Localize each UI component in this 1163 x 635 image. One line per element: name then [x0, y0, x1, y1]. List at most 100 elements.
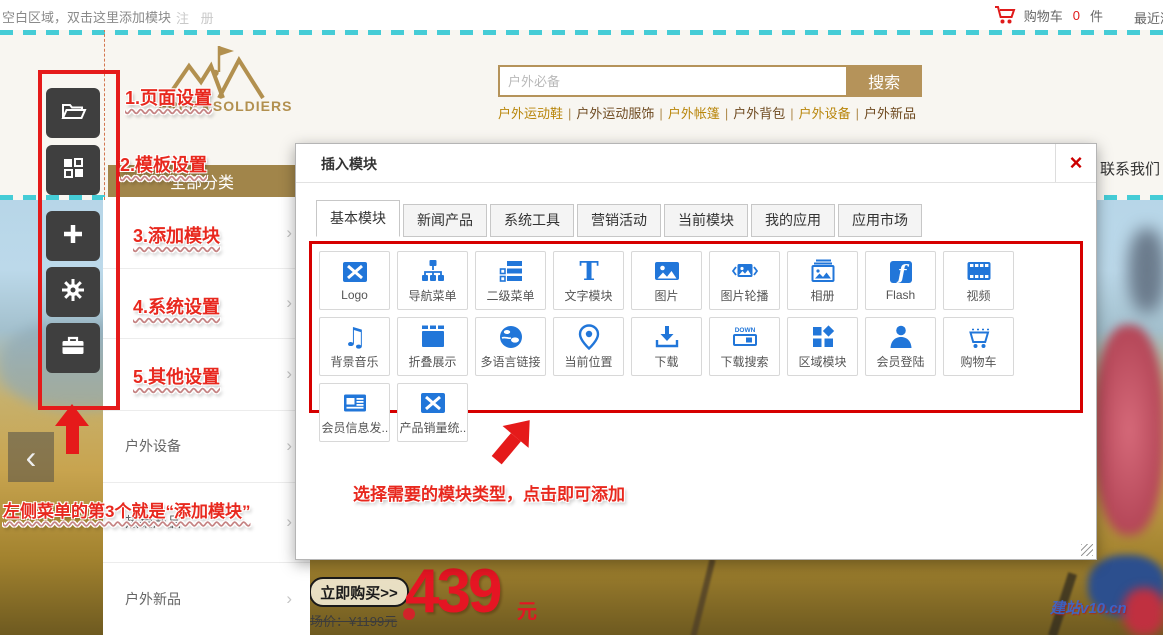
close-button[interactable]: ×	[1056, 144, 1096, 182]
link-separator: |	[659, 106, 662, 121]
module-item[interactable]: 会员信息发..	[319, 383, 390, 442]
chevron-right-icon: ›	[286, 223, 292, 243]
cart-unit: 件	[1090, 6, 1103, 25]
price-value: 439	[405, 556, 499, 627]
annotation-step3: 3.添加模块	[133, 222, 220, 248]
module-item[interactable]: 多语言链接	[475, 317, 546, 376]
hot-link[interactable]: 户外运动鞋	[498, 106, 563, 121]
image-icon	[654, 258, 680, 284]
category-row[interactable]: 热销产品›	[103, 482, 310, 563]
tab-my-apps[interactable]: 我的应用	[751, 204, 835, 237]
module-label: 视频	[966, 287, 990, 304]
module-item[interactable]: 导航菜单	[397, 251, 468, 310]
tab-app-market[interactable]: 应用市场	[838, 204, 922, 237]
module-label: 图片轮播	[720, 287, 768, 304]
chevron-right-icon: ›	[286, 293, 292, 313]
tab-current-modules[interactable]: 当前模块	[664, 204, 748, 237]
news-icon	[342, 390, 368, 416]
tab-basic-modules[interactable]: 基本模块	[316, 200, 400, 237]
arrow-shaft	[66, 426, 79, 454]
annotation-step5: 5.其他设置	[133, 363, 220, 389]
annotation-modal-tip: 选择需要的模块类型，点击即可添加	[353, 480, 625, 505]
page: 注 册 空白区域，双击这里添加模块 购物车 0 件 最近浏览 FREE★SOLD…	[0, 0, 1163, 635]
module-item[interactable]: ♫ 背景音乐	[319, 317, 390, 376]
module-item[interactable]: 视频	[943, 251, 1014, 310]
module-item[interactable]: 当前位置	[553, 317, 624, 376]
module-label: 当前位置	[564, 353, 612, 370]
music-icon: ♫	[342, 324, 368, 350]
svg-text:DOWN: DOWN	[734, 327, 755, 334]
video-icon	[966, 258, 992, 284]
dialog-titlebar[interactable]: 插入模块 ×	[296, 144, 1096, 183]
svg-text:♫: ♫	[343, 324, 366, 350]
tab-marketing[interactable]: 营销活动	[577, 204, 661, 237]
module-item[interactable]: 区域模块	[787, 317, 858, 376]
module-item[interactable]: 产品销量统..	[397, 383, 468, 442]
category-row[interactable]: 户外设备›	[103, 410, 310, 483]
trekking-pole	[690, 558, 715, 635]
category-row[interactable]: 户外新品›	[103, 562, 310, 635]
flash-icon: f	[888, 259, 914, 285]
annotation-step2: 2.模板设置	[120, 151, 207, 177]
register-link[interactable]: 注 册	[176, 8, 218, 27]
module-label: 会员信息发..	[322, 419, 388, 436]
module-item[interactable]: 会员登陆	[865, 317, 936, 376]
tab-system-tools[interactable]: 系统工具	[490, 204, 574, 237]
buy-now-button[interactable]: 立即购买>>	[309, 577, 409, 607]
module-item[interactable]: 图片轮播	[709, 251, 780, 310]
module-label: 背景音乐	[330, 353, 378, 370]
chevron-right-icon: ›	[286, 436, 292, 456]
module-item[interactable]: 购物车	[943, 317, 1014, 376]
dialog-resize-handle[interactable]	[1081, 544, 1093, 556]
hiker-backpack-pink	[1093, 325, 1163, 535]
module-item[interactable]: DOWN 下载搜索	[709, 317, 780, 376]
price-unit: 元	[517, 595, 537, 624]
carousel-prev-button[interactable]: ‹	[8, 432, 54, 482]
album-icon	[810, 258, 836, 284]
hot-link[interactable]: 户外背包	[733, 106, 785, 121]
topbar	[0, 0, 1163, 30]
module-item[interactable]: 下载	[631, 317, 702, 376]
module-label: 下载搜索	[720, 353, 768, 370]
module-label: 下载	[654, 353, 678, 370]
module-item[interactable]: Logo	[319, 251, 390, 310]
module-item[interactable]: 二级菜单	[475, 251, 546, 310]
module-label: 购物车	[960, 353, 996, 370]
module-label: Logo	[341, 288, 368, 302]
search-button[interactable]: 搜索	[846, 65, 922, 97]
hot-link[interactable]: 户外设备	[799, 106, 851, 121]
up-arrow-annotation	[55, 404, 89, 454]
modal-arrow-annotation	[483, 409, 542, 471]
module-label: 图片	[654, 287, 678, 304]
tab-news-products[interactable]: 新闻产品	[403, 204, 487, 237]
annotation-sidebar-tip: 左侧菜单的第3个就是“添加模块”	[3, 497, 250, 522]
arrow-shaft	[491, 433, 520, 464]
hot-link[interactable]: 户外新品	[864, 106, 916, 121]
hot-links: 户外运动鞋|户外运动服饰|户外帐篷|户外背包|户外设备|户外新品	[498, 103, 916, 122]
hot-link[interactable]: 户外帐篷	[668, 106, 720, 121]
market-price: 市场价：¥1199元	[297, 611, 397, 630]
module-label: 文字模块	[564, 287, 612, 304]
logo-box-icon	[342, 259, 368, 285]
cart-label: 购物车	[1024, 6, 1063, 25]
search-input[interactable]	[498, 65, 846, 97]
module-item[interactable]: 折叠展示	[397, 317, 468, 376]
red-gear	[1123, 588, 1163, 635]
module-item[interactable]: 图片	[631, 251, 702, 310]
cart-icon	[994, 5, 1016, 25]
module-item[interactable]: T 文字模块	[553, 251, 624, 310]
module-item[interactable]: f Flash	[865, 251, 936, 310]
download-icon	[654, 324, 680, 350]
recent-link[interactable]: 最近浏览	[1134, 8, 1163, 27]
module-item[interactable]: 相册	[787, 251, 858, 310]
hiker-shoulder	[1128, 228, 1163, 313]
member-icon	[888, 324, 914, 350]
hot-link[interactable]: 户外运动服饰	[576, 106, 654, 121]
link-separator: |	[790, 106, 793, 121]
category-panel: › › › 户外设备› 热销产品› 户外新品›	[103, 197, 310, 635]
module-label: 多语言链接	[480, 353, 540, 370]
text-icon: T	[576, 258, 602, 284]
topbar-cart[interactable]: 购物车 0 件	[994, 5, 1103, 25]
module-label: Flash	[886, 288, 915, 302]
contact-us-link[interactable]: 联系我们	[1100, 158, 1160, 179]
